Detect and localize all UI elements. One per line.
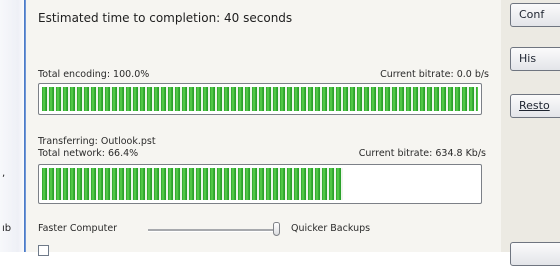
- right-button-panel: [501, 0, 560, 252]
- network-progress-bar: [38, 164, 482, 204]
- left-text-fragment-top: ,: [2, 168, 6, 179]
- history-button[interactable]: His: [510, 47, 560, 71]
- encoding-progress-fill: [42, 87, 478, 111]
- encoding-progress-bar: [38, 83, 482, 115]
- speed-slider-thumb[interactable]: [273, 222, 280, 236]
- restore-button[interactable]: Resto: [510, 94, 560, 118]
- transfer-file-label: Transferring: Outlook.pst: [38, 136, 156, 147]
- option-checkbox[interactable]: [38, 245, 49, 256]
- network-progress-fill: [42, 168, 343, 200]
- network-bitrate: Current bitrate: 634.8 Kb/s: [358, 148, 486, 159]
- eta-text: Estimated time to completion: 40 seconds: [38, 11, 293, 25]
- left-sidebar: [0, 0, 26, 252]
- network-label: Total network: 66.4%: [38, 148, 139, 159]
- left-text-fragment-bottom: ıb: [2, 223, 12, 234]
- encoding-bitrate: Current bitrate: 0.0 b/s: [380, 69, 489, 80]
- speed-right-label: Quicker Backups: [291, 223, 371, 234]
- progress-panel: [26, 0, 501, 252]
- encoding-label: Total encoding: 100.0%: [38, 69, 150, 80]
- speed-left-label: Faster Computer: [38, 223, 118, 234]
- config-button[interactable]: Conf: [510, 3, 560, 27]
- bottom-button[interactable]: [510, 242, 560, 266]
- speed-slider-track[interactable]: [148, 229, 278, 232]
